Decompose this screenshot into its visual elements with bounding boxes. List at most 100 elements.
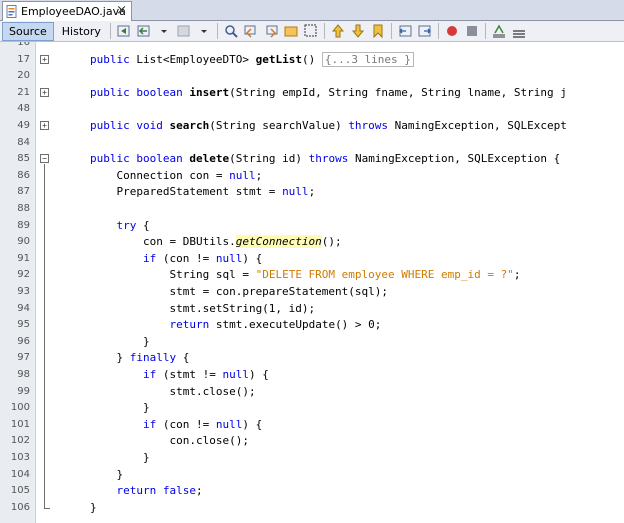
uncomment-icon[interactable] <box>511 23 527 39</box>
code-token: (); <box>321 235 342 249</box>
toolbar-separator <box>109 23 111 39</box>
expand-fold-icon[interactable]: + <box>40 121 49 130</box>
code-line[interactable]: 16 <box>0 42 624 52</box>
code-token: getList <box>255 52 302 66</box>
code-line[interactable]: 85− public boolean delete(String id) thro… <box>0 151 624 168</box>
line-number: 100 <box>10 402 30 414</box>
find-previous-icon[interactable] <box>243 23 259 39</box>
line-number: 99 <box>17 385 30 397</box>
code-line[interactable]: 106} <box>0 499 624 517</box>
line-number: 48 <box>17 103 30 115</box>
code-line[interactable]: 20 <box>0 68 624 85</box>
code-line[interactable]: 17 + public List<EmployeeDTO> getList() {.… <box>0 51 624 69</box>
tab-employeedao[interactable]: EmployeeDAO.java × <box>2 1 132 21</box>
code-text: } <box>90 450 150 467</box>
code-token: if <box>142 251 157 265</box>
code-token: try <box>116 218 137 232</box>
code-line[interactable]: 103 } <box>0 450 624 467</box>
fold-guide <box>44 164 45 500</box>
code-line[interactable]: 96 } <box>0 334 624 351</box>
code-line[interactable]: 48 <box>0 101 624 118</box>
code-text: if (con != null) { <box>90 417 262 434</box>
code-token: String sql = <box>90 268 256 282</box>
code-line[interactable]: 21 + public boolean insert(String empId, S… <box>0 85 624 102</box>
code-token: (String empId, String fname, String lnam… <box>229 85 567 99</box>
code-token: NamingException, SQLExcept <box>388 119 567 132</box>
code-line[interactable]: 87 PreparedStatement stmt = null; <box>0 184 624 201</box>
code-token: stmt.close(); <box>90 384 256 398</box>
code-token: insert <box>189 85 230 99</box>
code-token: null <box>229 168 256 182</box>
code-line[interactable]: 86 Connection con = null; <box>0 168 624 185</box>
expand-fold-icon[interactable]: + <box>40 87 49 97</box>
code-line[interactable]: 90 con = DBUtils.getConnection(); <box>0 234 624 251</box>
code-line[interactable]: 92 String sql = "DELETE FROM employee WH… <box>0 267 624 284</box>
code-line[interactable]: 101 if (con != null) { <box>0 417 624 434</box>
code-token: Connection con = <box>90 168 230 182</box>
dropdown-icon[interactable] <box>156 23 172 39</box>
code-line[interactable]: 97 } finally { <box>0 350 624 367</box>
code-token: ; <box>308 185 316 199</box>
last-edit-icon[interactable] <box>116 23 132 39</box>
code-token: (con != <box>156 417 216 431</box>
code-token: ; <box>195 484 203 498</box>
code-token: } <box>90 467 124 481</box>
shift-right-icon[interactable] <box>417 23 433 39</box>
find-icon[interactable] <box>223 23 239 39</box>
code-line[interactable]: 84 <box>0 135 624 152</box>
shift-left-icon[interactable] <box>397 23 413 39</box>
code-line[interactable]: 89 try { <box>0 218 624 235</box>
code-line[interactable]: 102 con.close(); <box>0 433 624 450</box>
toolbar-separator <box>437 23 439 39</box>
code-token: return <box>169 318 210 332</box>
toggle-bookmark-icon[interactable] <box>370 23 386 39</box>
find-next-icon[interactable] <box>263 23 279 39</box>
previous-bookmark-icon[interactable] <box>330 23 346 39</box>
code-token: public <box>90 52 130 66</box>
stop-macro-icon[interactable] <box>464 23 480 39</box>
toggle-rect-select-icon[interactable] <box>303 23 319 39</box>
code-text: if (con != null) { <box>90 251 262 268</box>
collapse-fold-icon[interactable]: − <box>40 154 49 164</box>
code-line[interactable]: 94 stmt.setString(1, id); <box>0 301 624 318</box>
collapsed-block[interactable]: {...3 lines } <box>321 51 414 67</box>
line-number: 49 <box>17 120 30 131</box>
code-token: stmt.executeUpdate() > 0; <box>209 318 382 332</box>
code-line[interactable]: 95 return stmt.executeUpdate() > 0; <box>0 317 624 334</box>
history-button[interactable]: History <box>56 22 107 41</box>
code-line[interactable]: 93 stmt = con.prepareStatement(sql); <box>0 284 624 301</box>
code-token: return false <box>116 484 196 498</box>
toggle-highlight-icon[interactable] <box>283 23 299 39</box>
code-text: PreparedStatement stmt = null; <box>90 184 315 201</box>
code-line[interactable]: 98 if (stmt != null) { <box>0 367 624 384</box>
dropdown-icon[interactable] <box>196 23 212 39</box>
source-button[interactable]: Source <box>2 21 54 41</box>
code-line[interactable]: 99 stmt.close(); <box>0 384 624 401</box>
toolbar-separator <box>216 23 218 39</box>
line-number: 92 <box>17 269 30 281</box>
next-bookmark-icon[interactable] <box>350 23 366 39</box>
back-icon[interactable] <box>136 23 152 39</box>
line-number: 98 <box>17 369 30 380</box>
code-line[interactable]: 105 return false; <box>0 483 624 500</box>
code-line[interactable]: 100 } <box>0 400 624 417</box>
comment-icon[interactable] <box>491 23 507 39</box>
code-token: finally <box>129 351 177 365</box>
forward-icon[interactable] <box>176 23 192 39</box>
code-line[interactable]: 49 + public void search(String searchValue… <box>0 118 624 135</box>
code-token: } <box>90 451 150 464</box>
expand-fold-icon[interactable]: + <box>40 54 49 64</box>
close-icon[interactable]: × <box>116 3 127 18</box>
line-number: 85 <box>17 153 30 165</box>
line-number: 20 <box>17 70 30 82</box>
line-number: 105 <box>10 485 30 497</box>
code-token: throws <box>348 119 389 132</box>
code-editor[interactable]: 16 17 + public List<EmployeeDTO> getList() … <box>0 42 624 523</box>
code-line[interactable]: 104 } <box>0 467 624 484</box>
code-line[interactable]: 91 if (con != null) { <box>0 251 624 268</box>
record-macro-icon[interactable] <box>444 23 460 39</box>
code-token: null <box>215 417 243 431</box>
code-line[interactable]: 88 <box>0 201 624 218</box>
code-token: null <box>222 368 249 381</box>
